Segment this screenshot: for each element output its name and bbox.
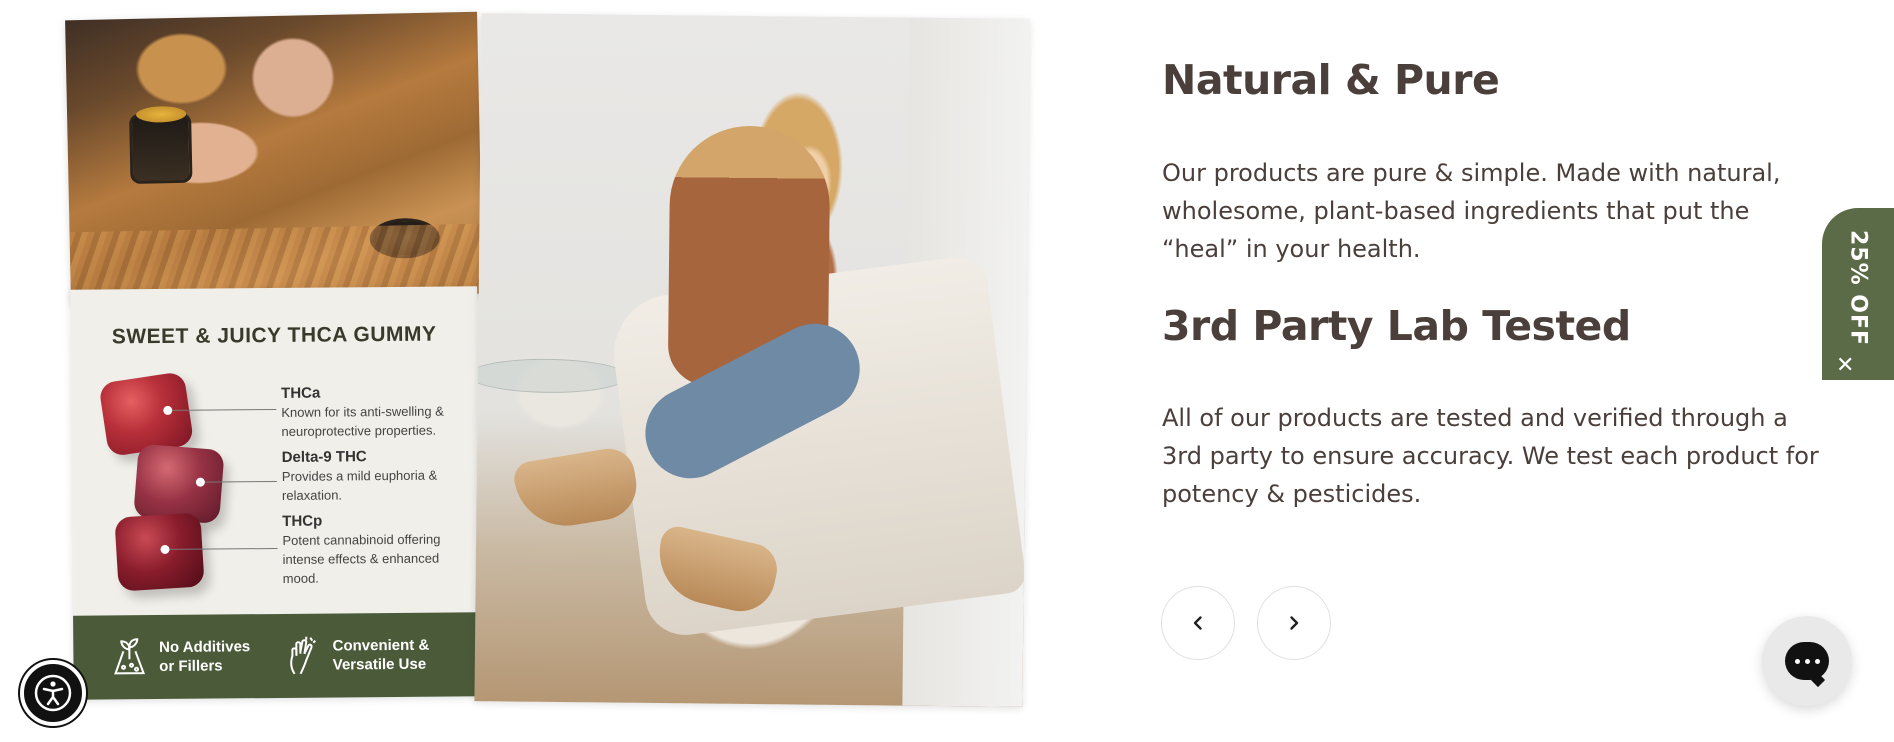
- infographic-title: SWEET & JUICY THCA GUMMY: [111, 322, 437, 349]
- sandal: [511, 444, 642, 534]
- compound-delta9: Delta-9 THC Provides a mild euphoria & r…: [282, 446, 472, 505]
- compound-thca: THCa Known for its anti-swelling & neuro…: [281, 382, 471, 441]
- chat-launcher-button[interactable]: [1762, 616, 1852, 706]
- compound-description: Provides a mild euphoria & relaxation.: [281, 467, 438, 503]
- callout-line: [172, 408, 277, 411]
- callout-line: [204, 480, 277, 483]
- feature-label: Convenient & Versatile Use: [332, 636, 430, 674]
- callout-dot: [195, 477, 205, 487]
- close-icon[interactable]: ✕: [1836, 354, 1854, 376]
- compound-description: Potent cannabinoid offering intense effe…: [282, 531, 441, 586]
- balm-jar-closed: [369, 217, 441, 260]
- balm-jar-open: [129, 112, 193, 185]
- feature-label: No Additives or Fillers: [159, 638, 251, 676]
- accessibility-icon: [34, 674, 72, 712]
- gummy-image: [114, 512, 205, 592]
- glass-side-table: [474, 358, 628, 394]
- section-body-lab-tested: All of our products are tested and verif…: [1162, 404, 1819, 508]
- carousel-next-button[interactable]: [1257, 586, 1331, 660]
- carousel-prev-button[interactable]: [1161, 586, 1235, 660]
- compound-name: THCa: [281, 384, 321, 402]
- feature-no-additives: No Additives or Fillers: [111, 636, 269, 677]
- callout-dot: [163, 405, 173, 415]
- chat-bubble-icon: [1785, 642, 1829, 680]
- section-heading-natural: Natural & Pure: [1162, 56, 1500, 104]
- compound-name: Delta-9 THC: [281, 448, 367, 466]
- hand-icon: [284, 636, 320, 676]
- infographic-features: No Additives or Fillers Convenient & Ver…: [73, 612, 481, 700]
- accessibility-button[interactable]: [20, 660, 86, 726]
- discount-label: 25% OFF: [1845, 229, 1871, 347]
- chevron-left-icon: [1193, 616, 1202, 630]
- compound-name: THCp: [282, 512, 323, 530]
- section-body-natural: Our products are pure & simple. Made wit…: [1162, 159, 1781, 263]
- chevron-right-icon: [1290, 616, 1299, 630]
- plant-flask-icon: [111, 637, 147, 677]
- lifestyle-photo-woman: [474, 13, 1030, 707]
- lifestyle-photo-hands: [65, 11, 483, 303]
- feature-versatile-use: Convenient & Versatile Use: [284, 635, 442, 676]
- callout-dot: [160, 544, 170, 555]
- product-infographic: SWEET & JUICY THCA GUMMY THCa Known for …: [70, 286, 481, 700]
- callout-line: [169, 547, 278, 550]
- gummy-image: [98, 371, 195, 458]
- section-heading-lab-tested: 3rd Party Lab Tested: [1162, 302, 1631, 350]
- discount-tab[interactable]: 25% OFF ✕: [1822, 208, 1894, 380]
- image-collage: SWEET & JUICY THCA GUMMY THCa Known for …: [0, 0, 1060, 742]
- compound-description: Known for its anti-swelling & neuroprote…: [281, 403, 444, 439]
- compound-thcp: THCp Potent cannabinoid offering intense…: [282, 510, 473, 588]
- gummy-image: [133, 443, 225, 525]
